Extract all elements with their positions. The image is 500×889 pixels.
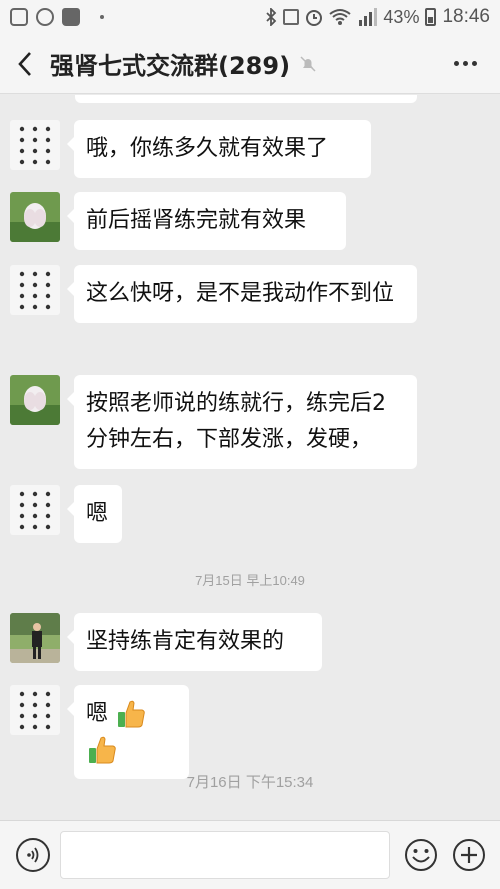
back-button[interactable] [0,34,50,94]
battery-icon [425,8,437,26]
add-button[interactable] [452,838,486,872]
more-menu-button[interactable] [430,61,500,66]
avatar-dialpad[interactable] [10,265,60,315]
message-bubble[interactable]: 嗯 [67,485,122,543]
chat-title: 强肾七式交流群(289) [50,52,291,80]
emoji-button[interactable] [404,838,438,872]
previous-bubble [75,95,417,103]
dot [453,61,459,66]
message-text: 嗯 [86,701,109,726]
message-row: 哦，你练多久就有效果了 [10,120,371,178]
status-bar: 43% 18:46 [0,0,500,34]
thumbs-up-icon [118,700,145,728]
chevron-left-icon [18,51,31,76]
message-row: 这么快呀，是不是我动作不到位 [10,265,417,323]
wifi-icon [329,9,352,25]
voice-icon [27,847,39,863]
avatar-person[interactable] [10,613,60,663]
app-s-icon [10,8,28,26]
message-bubble[interactable]: 前后摇肾练完就有效果 [67,192,346,250]
avatar-lotus[interactable] [10,192,60,242]
bag-icon [62,8,80,26]
mute-bell-icon [300,55,316,72]
thumbs-up-icon [89,736,116,764]
clock: 18:46 [442,6,490,27]
message-list[interactable]: 哦，你练多久就有效果了 前后摇肾练完就有效果 这么快呀，是不是我动作不到位 按照… [0,95,500,820]
message-row: 按照老师说的练就行，练完后2分钟左右，下部发涨，发硬， [10,375,417,469]
message-row: 嗯 [10,685,189,779]
message-input[interactable] [60,831,390,879]
timestamp: 7月15日 早上10:49 [195,573,305,588]
avatar-dialpad[interactable] [10,120,60,170]
dot-icon [100,15,104,19]
dot [462,61,468,66]
message-row: 前后摇肾练完就有效果 [10,192,346,250]
message-bubble[interactable]: 哦，你练多久就有效果了 [67,120,371,178]
app-circle-icon [36,8,54,26]
voice-button[interactable] [16,838,50,872]
message-bubble[interactable]: 这么快呀，是不是我动作不到位 [67,265,417,323]
input-bar [0,820,500,889]
chat-header: 强肾七式交流群(289) [0,34,500,94]
bluetooth-icon [266,8,277,26]
signal-icon [359,8,378,26]
avatar-lotus[interactable] [10,375,60,425]
message-bubble[interactable]: 坚持练肯定有效果的 [67,613,322,671]
alarm-icon [306,10,323,26]
dot [471,61,477,66]
message-bubble[interactable]: 嗯 [67,685,189,779]
timestamp: 7月16日 下午15:34 [186,774,314,791]
avatar-dialpad[interactable] [10,485,60,535]
message-bubble[interactable]: 按照老师说的练就行，练完后2分钟左右，下部发涨，发硬， [67,375,417,469]
message-row: 坚持练肯定有效果的 [10,613,322,671]
nfc-icon [283,9,300,25]
message-row: 嗯 [10,485,122,543]
battery-percent: 43% [383,6,420,27]
avatar-dialpad[interactable] [10,685,60,735]
